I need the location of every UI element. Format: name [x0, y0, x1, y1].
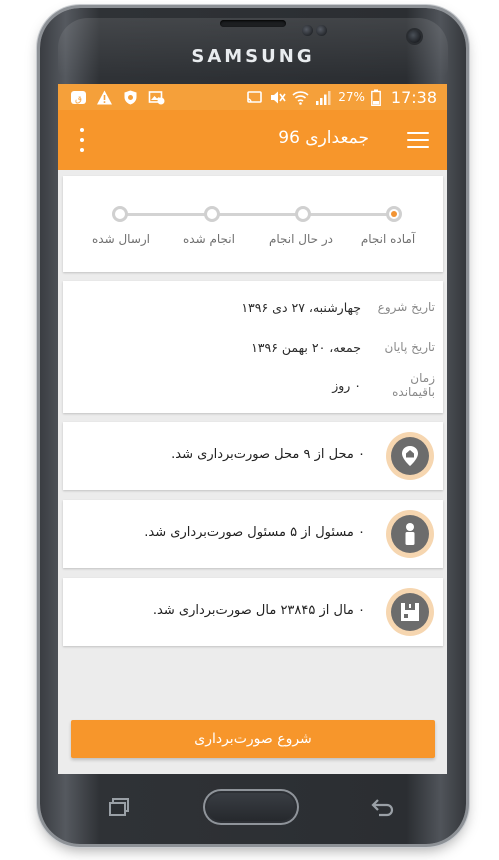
- signal-icon: [316, 90, 331, 105]
- start-inventory-button[interactable]: شروع صورت‌برداری: [71, 720, 435, 758]
- front-camera: [408, 30, 421, 43]
- assets-stat-card[interactable]: ۰ مال از ۲۳۸۴۵ مال صورت‌برداری شد.: [63, 578, 443, 646]
- start-date-row: تاریخ شروع چهارشنبه، ۲۷ دی ۱۳۹۶: [73, 297, 435, 317]
- step-dot-ready: [386, 206, 402, 222]
- mute-icon: [271, 91, 286, 103]
- status-system: 27% 17:38: [246, 86, 437, 108]
- officers-stat-card[interactable]: ۰ مسئول از ۵ مسئول صورت‌برداری شد.: [63, 500, 443, 568]
- status-bar: ق 27% 17:38: [58, 84, 447, 110]
- assets-stat-text: ۰ مال از ۲۳۸۴۵ مال صورت‌برداری شد.: [152, 603, 365, 618]
- locations-stat-card[interactable]: ۰ محل از ۹ محل صورت‌برداری شد.: [63, 422, 443, 490]
- hamburger-menu-icon[interactable]: [407, 132, 429, 148]
- location-pin-icon: [391, 437, 429, 475]
- remaining-time-row: زمان باقیمانده ۰ روز: [73, 371, 435, 399]
- recent-apps-icon[interactable]: [108, 798, 130, 816]
- inventory-info-card: تاریخ شروع چهارشنبه، ۲۷ دی ۱۳۹۶ تاریخ پا…: [63, 281, 443, 413]
- start-date-label: تاریخ شروع: [377, 300, 435, 314]
- cast-icon: [247, 90, 263, 103]
- app-bar: جمعداری 96: [58, 110, 447, 170]
- step-label-sent: ارسال شده: [91, 232, 151, 246]
- battery-percent: 27%: [338, 90, 365, 104]
- end-date-row: تاریخ پایان جمعه، ۲۰ بهمن ۱۳۹۶: [73, 337, 435, 357]
- step-dot-sent: [112, 206, 128, 222]
- step-dot-in-progress: [295, 206, 311, 222]
- progress-stepper: آماده انجام در حال انجام انجام شده ارسال…: [63, 176, 443, 272]
- box-icon: [391, 593, 429, 631]
- earpiece-speaker: [220, 20, 286, 27]
- back-icon[interactable]: [370, 796, 396, 818]
- wifi-icon: [292, 90, 309, 105]
- device-brand: SAMSUNG: [191, 46, 315, 67]
- remaining-time-label: زمان باقیمانده: [392, 371, 435, 399]
- assets-icon-ring: [386, 588, 434, 636]
- start-date-value: چهارشنبه، ۲۷ دی ۱۳۹۶: [241, 299, 361, 315]
- page-title: جمعداری 96: [278, 128, 369, 148]
- end-date-label: تاریخ پایان: [384, 340, 436, 354]
- proximity-sensor: [302, 25, 313, 36]
- officers-stat-text: ۰ مسئول از ۵ مسئول صورت‌برداری شد.: [144, 525, 365, 540]
- step-label-done: انجام شده: [183, 232, 235, 246]
- locations-stat-text: ۰ محل از ۹ محل صورت‌برداری شد.: [171, 447, 365, 462]
- status-notifications: ق: [70, 88, 165, 106]
- gallery-icon: [148, 90, 165, 104]
- stepper-line: [120, 213, 395, 216]
- officers-icon-ring: [386, 510, 434, 558]
- overflow-menu-icon[interactable]: [72, 128, 92, 152]
- app-screen: ق 27% 17:38 جمعداری 96 آماده انجام در حا…: [58, 84, 447, 774]
- step-dot-done: [204, 206, 220, 222]
- warning-icon: [97, 90, 112, 104]
- status-time: 17:38: [390, 87, 437, 107]
- person-icon: [391, 515, 429, 553]
- step-label-ready: آماده انجام: [360, 232, 416, 246]
- svg-text:ق: ق: [75, 94, 82, 104]
- remaining-time-value: ۰ روز: [332, 377, 361, 393]
- light-sensor: [316, 25, 327, 36]
- locations-icon-ring: [386, 432, 434, 480]
- notification-app-icon: ق: [71, 90, 86, 104]
- battery-icon: [370, 89, 381, 106]
- step-label-in-progress: در حال انجام: [268, 232, 334, 246]
- end-date-value: جمعه، ۲۰ بهمن ۱۳۹۶: [251, 339, 361, 355]
- home-button[interactable]: [203, 789, 299, 825]
- shield-icon: [124, 90, 137, 104]
